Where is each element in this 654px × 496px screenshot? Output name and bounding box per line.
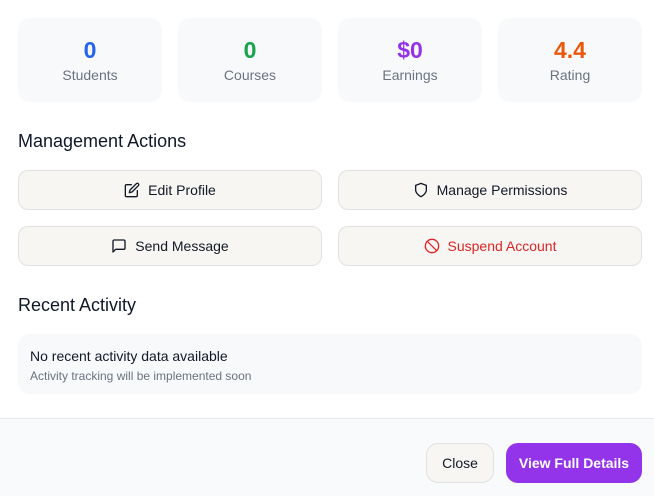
close-button[interactable]: Close [426, 443, 494, 483]
message-icon [111, 238, 127, 254]
send-message-button[interactable]: Send Message [18, 226, 322, 266]
recent-activity-heading: Recent Activity [18, 295, 137, 315]
stat-card-earnings: $0 Earnings [338, 18, 482, 102]
user-details-panel: 0 Students 0 Courses $0 Earnings 4.4 Rat… [0, 0, 654, 496]
send-message-label: Send Message [135, 238, 229, 254]
edit-icon [124, 182, 140, 198]
shield-icon [413, 182, 429, 198]
stat-label-students: Students [62, 67, 118, 83]
ban-icon [424, 238, 440, 254]
stat-card-students: 0 Students [18, 18, 162, 102]
recent-activity-box: No recent activity data available Activi… [18, 334, 642, 394]
stat-label-courses: Courses [223, 67, 277, 83]
edit-profile-label: Edit Profile [148, 182, 216, 198]
activity-empty-subtext: Activity tracking will be implemented so… [30, 369, 252, 383]
stat-value-rating: 4.4 [554, 37, 586, 63]
suspend-account-label: Suspend Account [447, 238, 557, 254]
stat-card-courses: 0 Courses [178, 18, 322, 102]
stat-card-rating: 4.4 Rating [498, 18, 642, 102]
management-actions-heading: Management Actions [18, 131, 187, 151]
stat-value-students: 0 [83, 37, 97, 63]
stat-label-rating: Rating [549, 67, 591, 83]
manage-permissions-button[interactable]: Manage Permissions [338, 170, 642, 210]
stat-value-earnings: $0 [397, 37, 423, 63]
view-full-details-button[interactable]: View Full Details [506, 443, 642, 483]
activity-empty-message: No recent activity data available [30, 348, 228, 364]
stat-label-earnings: Earnings [382, 67, 438, 83]
dialog-footer: Close View Full Details [0, 418, 654, 496]
edit-profile-button[interactable]: Edit Profile [18, 170, 322, 210]
stat-value-courses: 0 [243, 37, 257, 63]
suspend-account-button[interactable]: Suspend Account [338, 226, 642, 266]
manage-permissions-label: Manage Permissions [436, 182, 568, 198]
stats-row: 0 Students 0 Courses $0 Earnings 4.4 Rat… [18, 18, 642, 102]
